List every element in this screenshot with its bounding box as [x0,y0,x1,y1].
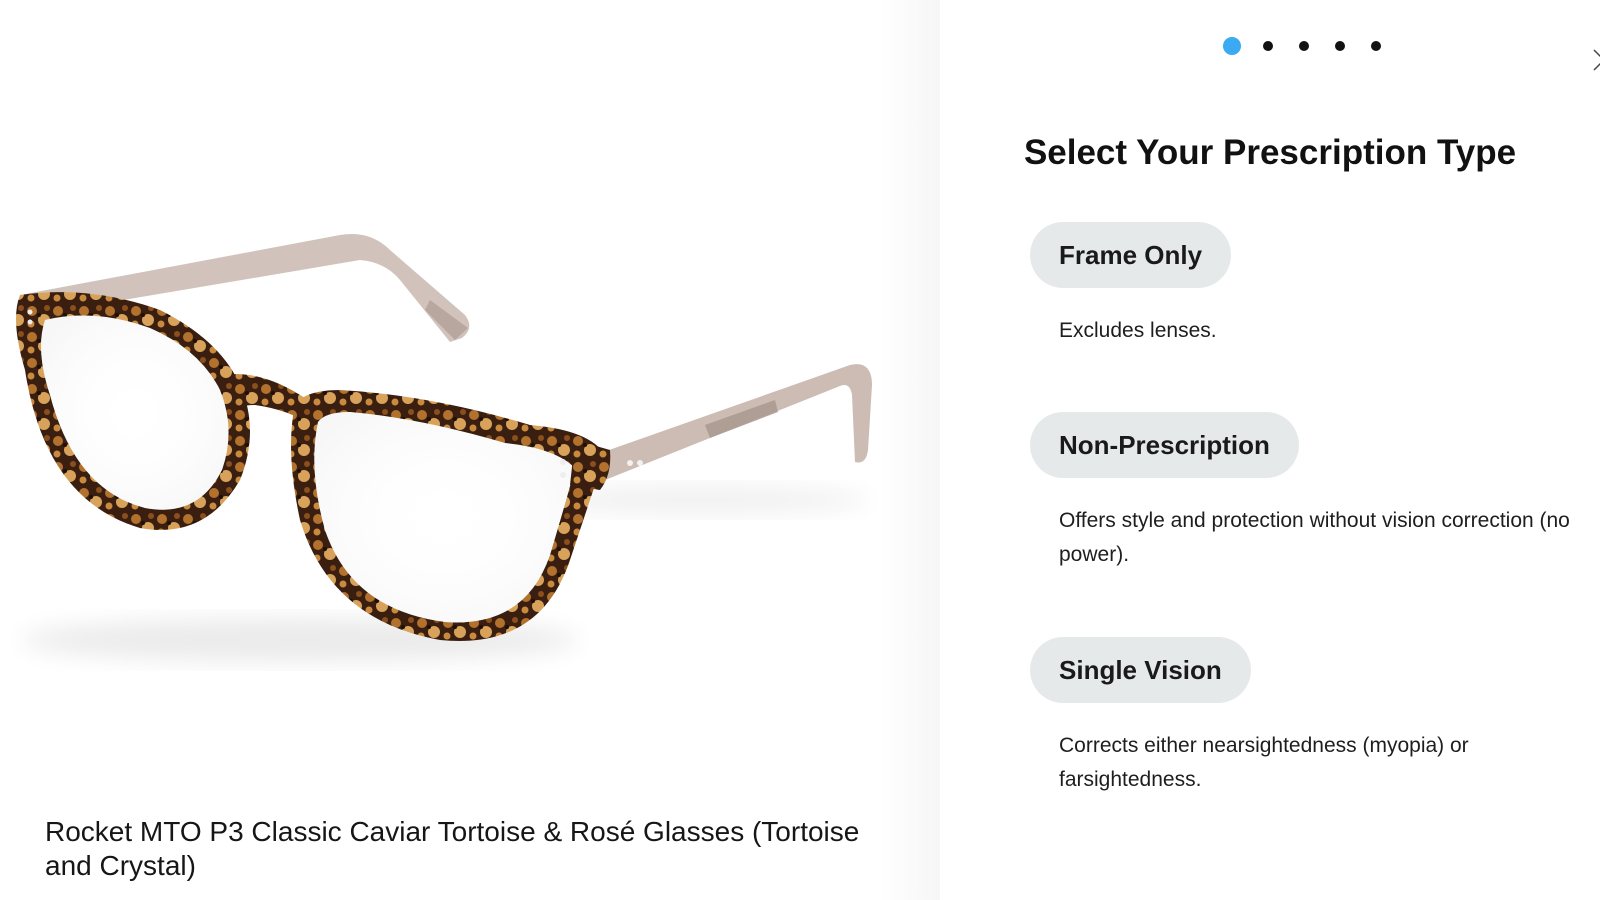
step-dot-3[interactable] [1299,41,1309,51]
option-description: Excludes lenses. [1059,319,1217,342]
product-title: Rocket MTO P3 Classic Caviar Tortoise & … [45,816,860,881]
frame-only-button[interactable]: Frame Only [1030,222,1232,288]
option-description: Offers style and protection without visi… [1059,509,1570,566]
step-dot-4[interactable] [1335,41,1345,51]
step-dot-2[interactable] [1263,41,1273,51]
prescription-panel: Select Your Prescription Type Frame Only… [940,0,1600,900]
option-description: Corrects either nearsightedness (myopia)… [1059,734,1469,791]
step-indicator [1223,37,1407,55]
section-title: Select Your Prescription Type [1023,133,1517,172]
option-non-prescription: Non-Prescription Offers style and protec… [1030,412,1579,572]
single-vision-button[interactable]: Single Vision [1030,637,1251,703]
option-frame-only: Frame Only Excludes lenses. [1030,222,1579,348]
product-panel: Rocket MTO P3 Classic Caviar Tortoise & … [0,0,940,900]
page: Rocket MTO P3 Classic Caviar Tortoise & … [0,0,1600,900]
eyeglasses-image [16,234,872,662]
step-dot-5[interactable] [1371,41,1381,51]
chevron-right-icon[interactable] [1588,48,1600,72]
non-prescription-button[interactable]: Non-Prescription [1030,412,1299,478]
option-single-vision: Single Vision Corrects either nearsighte… [1030,637,1579,797]
step-dot-1[interactable] [1223,37,1241,55]
